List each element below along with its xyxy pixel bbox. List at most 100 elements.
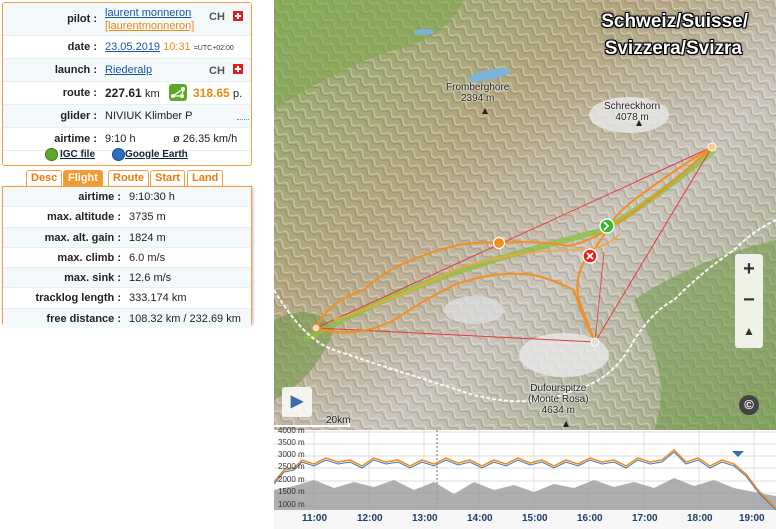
airtime-value: 9:10 h: [105, 133, 136, 145]
tab-flight[interactable]: Flight: [63, 170, 103, 186]
tab-land[interactable]: Land: [187, 170, 224, 186]
route-row: route : 227.61 km 318.65 p.: [3, 82, 251, 105]
altitude-axis-label: 2500 m: [278, 462, 305, 471]
timezone-value: =UTC+02:00: [193, 45, 234, 52]
peak-name: Fromberghore: [446, 82, 510, 93]
stat-value: 6.0 m/s: [129, 251, 166, 264]
altitude-axis-label: 3500 m: [278, 438, 305, 447]
peak-altitude: 2394 m: [461, 93, 495, 104]
time-axis-label: 18:00: [687, 513, 713, 524]
tab-desc[interactable]: Desc: [26, 170, 63, 186]
pilot-username-link[interactable]: [laurentmonneron]: [105, 20, 194, 32]
stat-value: 1824 m: [129, 231, 166, 244]
tilt-button[interactable]: ▲: [735, 316, 763, 346]
date-value: 23.05.2019 10:31 =UTC+02:00: [105, 41, 234, 53]
copyright-icon[interactable]: ©: [739, 395, 759, 415]
swiss-flag-icon: [233, 64, 243, 74]
stat-row: tracklog length : 333.174 km: [3, 288, 251, 309]
peak-name: Schreckhorn: [604, 101, 661, 112]
route-points: 318.65 p.: [193, 86, 242, 100]
country-label-line1: Schweiz/Suisse/: [601, 11, 748, 32]
altitude-axis-label: 4000 m: [278, 426, 305, 435]
airtime-row: airtime : 9:10 h ø 26.35 km/h: [3, 128, 251, 151]
tab-start[interactable]: Start: [150, 170, 186, 186]
stat-label: max. sink :: [64, 272, 121, 285]
google-earth-icon: [112, 148, 125, 161]
peak-label: Fromberghore 2394 m: [446, 82, 509, 104]
pilot-name-link[interactable]: laurent monneron: [105, 7, 191, 19]
zoom-out-button[interactable]: −: [735, 285, 763, 316]
route-distance-value: 227.61: [105, 86, 142, 100]
stat-label: free distance :: [46, 312, 121, 325]
landing-marker-icon[interactable]: [582, 248, 598, 264]
glider-value: NIVIUK Klimber P: [105, 110, 193, 122]
google-earth-link[interactable]: Google Earth: [125, 149, 188, 160]
stat-value: 9:10:30 h: [129, 191, 175, 203]
stat-row: max. climb : 6.0 m/s: [3, 248, 251, 269]
time-axis-label: 17:00: [632, 513, 658, 524]
time-axis-label: 14:00: [467, 513, 493, 524]
launch-link[interactable]: Riederalp: [105, 64, 152, 76]
stat-value: 333.174 km: [129, 292, 187, 305]
igc-file-icon: [45, 148, 58, 161]
time-axis-label: 15:00: [522, 513, 548, 524]
stat-label: airtime :: [78, 191, 121, 203]
time-axis-label: 19:00: [739, 513, 765, 524]
stat-row: max. alt. gain : 1824 m: [3, 227, 251, 248]
avg-speed-value: ø 26.35 km/h: [173, 133, 238, 145]
flight-stats-table: airtime : 9:10:30 h max. altitude : 3735 m…: [2, 186, 252, 329]
time-axis-label: 13:00: [412, 513, 438, 524]
map-controls: + − ▲: [735, 254, 763, 348]
peak-label: Dufourspitze (Monte Rosa) 4634 m: [528, 383, 589, 416]
time-axis-label: 12:00: [357, 513, 383, 524]
route-type-icon: [169, 84, 187, 101]
launch-marker-icon[interactable]: [599, 218, 615, 234]
stat-row: free distance : 108.32 km / 232.69 km: [3, 308, 251, 329]
country-label-line2: Svizzera/Svizra: [604, 38, 742, 59]
stat-value: 108.32 km / 232.69 km: [129, 312, 241, 325]
stat-label: tracklog length :: [35, 292, 121, 305]
stat-value: 3735 m: [129, 211, 166, 224]
launch-row: launch : Riederalp CH: [3, 59, 251, 82]
swiss-flag-icon: [233, 11, 243, 21]
scale-label: 20km: [326, 415, 351, 426]
pilot-country-code: CH: [209, 11, 225, 23]
points-value: 318.65: [193, 86, 230, 100]
airtime-label: airtime :: [54, 133, 97, 145]
route-label: route :: [62, 87, 97, 99]
tab-route[interactable]: Route: [108, 170, 150, 186]
launch-label: launch :: [54, 64, 97, 76]
stat-row: max. altitude : 3735 m: [3, 207, 251, 228]
igc-file-link[interactable]: IGC file: [60, 149, 95, 160]
stat-label: max. alt. gain :: [44, 231, 121, 244]
altitude-axis-label: 1000 m: [278, 500, 305, 509]
altitude-axis-label: 3000 m: [278, 450, 305, 459]
route-distance-unit: km: [145, 88, 160, 100]
glider-row: glider : NIVIUK Klimber P: [3, 105, 251, 128]
time-axis-label: 16:00: [577, 513, 603, 524]
pilot-label: pilot :: [67, 13, 97, 25]
peak-name-secondary: (Monte Rosa): [528, 394, 589, 405]
zoom-in-button[interactable]: +: [735, 254, 763, 285]
peak-altitude: 4634 m: [541, 405, 575, 416]
peak-altitude: 4078 m: [615, 112, 649, 123]
flight-info-panel: pilot : laurent monneron [laurentmonnero…: [2, 2, 252, 166]
stat-label: max. climb :: [57, 251, 121, 264]
launch-country-code: CH: [209, 65, 225, 77]
altitude-axis-label: 1500 m: [278, 487, 305, 496]
peak-label: Schreckhorn 4078 m: [604, 101, 660, 123]
route-distance: 227.61 km: [105, 86, 160, 100]
more-dots-icon: [237, 119, 249, 122]
peak-name: Dufourspitze: [530, 383, 587, 394]
date-row: date : 23.05.2019 10:31 =UTC+02:00: [3, 36, 251, 59]
flight-map[interactable]: Schweiz/Suisse/ Svizzera/Svizra Fromberg…: [274, 0, 776, 529]
time-value: 10:31: [163, 41, 191, 53]
date-link[interactable]: 23.05.2019: [105, 41, 160, 53]
date-label: date :: [67, 41, 97, 53]
altitude-axis-label: 2000 m: [278, 475, 305, 484]
play-button[interactable]: ▶: [282, 387, 312, 417]
points-unit: p.: [233, 88, 243, 100]
time-axis-label: 11:00: [302, 513, 328, 524]
stat-label: max. altitude :: [47, 211, 121, 224]
stat-value: 12.6 m/s: [129, 272, 172, 285]
